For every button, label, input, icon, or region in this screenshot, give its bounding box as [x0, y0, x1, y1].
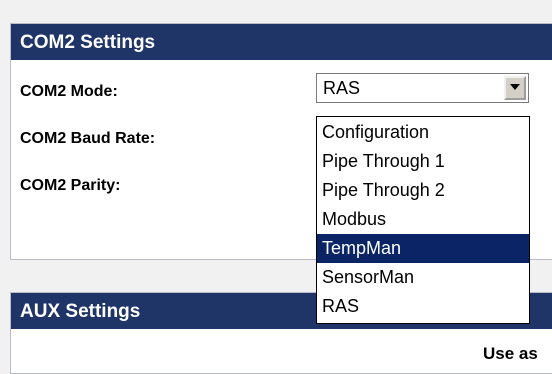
dropdown-option-tempman[interactable]: TempMan	[317, 234, 529, 263]
dropdown-option-modbus[interactable]: Modbus	[317, 205, 529, 234]
chevron-down-icon	[510, 84, 520, 90]
com2-mode-label: COM2 Mode:	[20, 83, 118, 100]
com2-parity-label: COM2 Parity:	[20, 177, 121, 194]
aux-use-as-label: Use as	[483, 344, 538, 363]
dropdown-arrow-button[interactable]	[504, 76, 526, 100]
com2-baud-rate-label: COM2 Baud Rate:	[20, 130, 156, 147]
dropdown-option-sensorman[interactable]: SensorMan	[317, 263, 529, 292]
com2-mode-select[interactable]: RAS	[316, 73, 529, 103]
dropdown-option-pipe-through-2[interactable]: Pipe Through 2	[317, 176, 529, 205]
dropdown-option-pipe-through-1[interactable]: Pipe Through 1	[317, 147, 529, 176]
dropdown-option-ras[interactable]: RAS	[317, 292, 529, 321]
com2-mode-selected-value: RAS	[323, 78, 361, 98]
dropdown-option-configuration[interactable]: Configuration	[317, 118, 529, 147]
com2-settings-header: COM2 Settings	[11, 24, 552, 60]
com2-mode-dropdown-list[interactable]: Configuration Pipe Through 1 Pipe Throug…	[316, 116, 530, 324]
